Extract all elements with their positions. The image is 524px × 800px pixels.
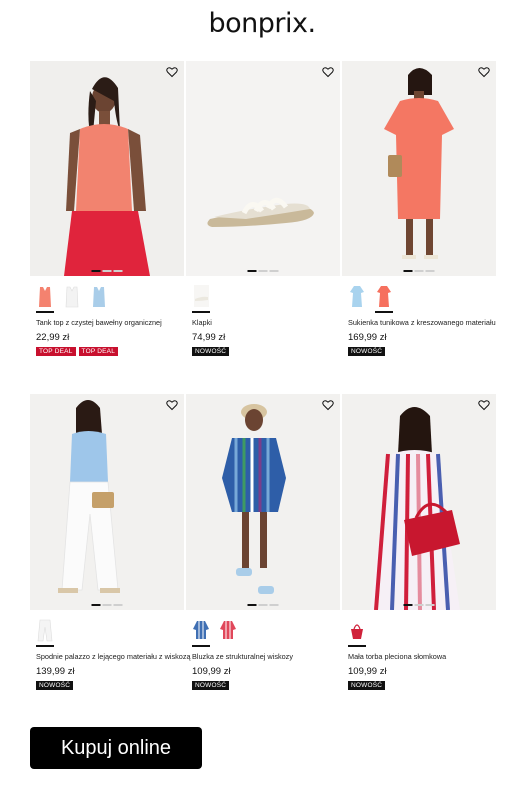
product-price: 22,99 zł [36, 332, 70, 343]
top-deal-badge: TOP DEAL [36, 347, 76, 356]
carousel-dots [403, 270, 435, 272]
product-image[interactable] [186, 61, 340, 276]
carousel-dots [247, 270, 279, 272]
product-price: 169,99 zł [348, 332, 387, 343]
badge-row: TOP DEAL TOP DEAL [36, 347, 184, 356]
color-swatches [36, 283, 184, 313]
product-card[interactable]: Mała torba pleciona słomkowa 109,99 zł N… [342, 394, 496, 690]
product-image[interactable] [30, 61, 184, 276]
swatch-coral[interactable] [375, 283, 393, 313]
shop-online-button[interactable]: Kupuj online [30, 727, 202, 769]
new-badge: NOWOŚĆ [36, 681, 74, 690]
trousers-thumbnail [37, 619, 53, 642]
new-badge: NOWOŚĆ [348, 347, 386, 356]
swatch-red[interactable] [348, 617, 366, 647]
top-deal-badge: TOP DEAL [78, 347, 119, 356]
color-swatches [348, 283, 496, 313]
product-name[interactable]: Klapki [192, 318, 340, 327]
tank-top-thumbnail [65, 286, 79, 308]
swatch-blue[interactable] [90, 283, 108, 313]
model-with-straw-bag-image [342, 394, 496, 610]
product-card[interactable]: Klapki 74,99 zł NOWOŚĆ [186, 61, 340, 356]
color-swatches [192, 617, 340, 647]
badge-row: NOWOŚĆ [348, 347, 496, 356]
product-price: 139,99 zł [36, 666, 75, 677]
badge-row: NOWOŚĆ [348, 681, 496, 690]
color-swatches [36, 617, 184, 647]
swatch-red-stripe[interactable] [219, 617, 237, 647]
sandal-image [186, 61, 340, 276]
badge-row: NOWOŚĆ [192, 347, 340, 356]
new-badge: NOWOŚĆ [192, 681, 230, 690]
heart-icon[interactable] [478, 66, 490, 78]
product-image[interactable] [30, 394, 184, 610]
product-card[interactable]: Tank top z czystej bawełny organicznej 2… [30, 61, 184, 356]
model-in-striped-blouse-image [186, 394, 340, 610]
product-name[interactable]: Mała torba pleciona słomkowa [348, 652, 496, 661]
product-price: 109,99 zł [348, 666, 387, 677]
dress-thumbnail [350, 286, 364, 307]
tank-top-thumbnail [39, 287, 51, 307]
blouse-thumbnail [220, 621, 236, 639]
heart-icon[interactable] [322, 66, 334, 78]
swatch-white[interactable] [36, 617, 54, 647]
dress-thumbnail [377, 286, 391, 307]
badge-row: NOWOŚĆ [36, 681, 184, 690]
product-name[interactable]: Spodnie palazzo z lejącego materiału z w… [36, 652, 191, 661]
swatch-white[interactable] [63, 283, 81, 313]
product-name[interactable]: Sukienka tunikowa z kreszowanego materia… [348, 318, 496, 327]
carousel-dots [403, 604, 435, 606]
swatch-blue-stripe[interactable] [192, 617, 210, 647]
product-card[interactable]: Sukienka tunikowa z kreszowanego materia… [342, 61, 496, 356]
model-in-tank-top-image [30, 61, 184, 276]
product-card[interactable]: Spodnie palazzo z lejącego materiału z w… [30, 394, 191, 690]
new-badge: NOWOŚĆ [192, 347, 230, 356]
badge-row: NOWOŚĆ [192, 681, 340, 690]
product-name[interactable]: Tank top z czystej bawełny organicznej [36, 318, 184, 327]
product-card[interactable]: Bluzka ze strukturalnej wiskozy 109,99 z… [186, 394, 340, 690]
blouse-thumbnail [193, 621, 209, 639]
swatch-beige[interactable] [192, 283, 210, 313]
swatch-coral[interactable] [36, 283, 54, 313]
product-image[interactable] [342, 394, 496, 610]
tank-top-thumbnail [93, 287, 105, 307]
carousel-dots [91, 270, 123, 272]
sandal-thumbnail [194, 285, 209, 307]
product-name[interactable]: Bluzka ze strukturalnej wiskozy [192, 652, 340, 661]
color-swatches [192, 283, 340, 313]
heart-icon[interactable] [478, 399, 490, 411]
new-badge: NOWOŚĆ [348, 681, 386, 690]
product-image[interactable] [342, 61, 496, 276]
swatch-blue[interactable] [348, 283, 366, 313]
bag-thumbnail [351, 624, 363, 639]
carousel-dots [247, 604, 279, 606]
heart-icon[interactable] [166, 399, 178, 411]
heart-icon[interactable] [166, 66, 178, 78]
product-price: 109,99 zł [192, 666, 231, 677]
color-swatches [348, 617, 496, 647]
product-price: 74,99 zł [192, 332, 226, 343]
brand-logo[interactable]: bonprix. [0, 8, 524, 39]
carousel-dots [91, 604, 123, 606]
product-image[interactable] [186, 394, 340, 610]
heart-icon[interactable] [322, 399, 334, 411]
model-in-palazzo-trousers-image [30, 394, 184, 610]
model-in-tunic-dress-image [342, 61, 496, 276]
